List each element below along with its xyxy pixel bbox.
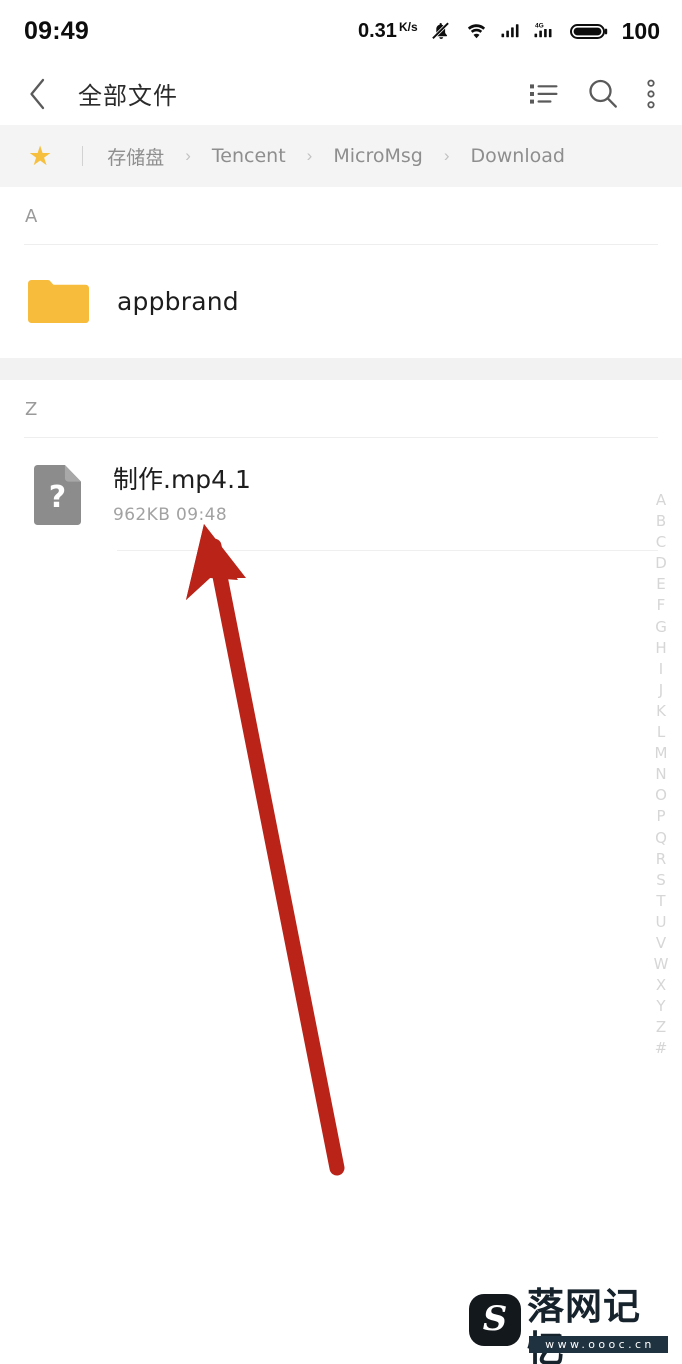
alphabet-index-letter[interactable]: Y [656, 996, 665, 1017]
battery-percentage: 100 [621, 17, 660, 44]
search-icon [589, 79, 617, 108]
watermark-url: www.oooc.cn [529, 1336, 668, 1353]
list-item-meta: 962KB 09:48 [113, 504, 228, 525]
alphabet-index-letter[interactable]: N [655, 764, 666, 785]
alphabet-index-letter[interactable]: Z [656, 1017, 666, 1038]
alphabet-index-letter[interactable]: L [657, 722, 665, 743]
network-speed-value: 0.31 [358, 19, 397, 42]
alphabet-index-letter[interactable]: J [659, 680, 663, 701]
page-title: 全部文件 [78, 82, 178, 110]
signal-sim2-4g-icon: 4G [534, 22, 552, 38]
back-button[interactable] [10, 62, 66, 125]
chevron-right-icon: › [306, 146, 313, 165]
network-speed-indicator: 0.31 K/s [358, 20, 418, 43]
file-manager-screen: 09:49 0.31 K/s 4G 100 全部文件 ★ 存储盘 › Tence… [0, 0, 682, 1364]
alphabet-index-letter[interactable]: V [656, 933, 666, 954]
unknown-file-icon: ? [34, 464, 81, 525]
alphabet-index-letter[interactable]: F [657, 595, 666, 616]
battery-icon [569, 24, 607, 39]
section-header-z: Z [0, 380, 682, 438]
breadcrumb-item-2[interactable]: MicroMsg [333, 145, 423, 167]
list-item-file-mp4[interactable]: ? 制作.mp4.1 962KB 09:48 [0, 438, 682, 551]
alphabet-index-letter[interactable]: W [654, 954, 669, 975]
alphabet-index-letter[interactable]: P [656, 806, 665, 827]
section-separator [0, 358, 682, 380]
alphabet-index-letter[interactable]: E [656, 574, 665, 595]
alphabet-index-letter[interactable]: G [655, 617, 667, 638]
alphabet-index-letter[interactable]: C [656, 532, 666, 553]
app-bar: 全部文件 [0, 62, 682, 125]
alphabet-index-letter[interactable]: R [656, 849, 666, 870]
status-bar-clock: 09:49 [24, 16, 89, 45]
watermark-logo-icon: S [469, 1294, 521, 1346]
breadcrumb: ★ 存储盘 › Tencent › MicroMsg › Download [0, 125, 682, 187]
list-view-button[interactable] [528, 80, 560, 108]
status-bar: 09:49 0.31 K/s 4G 100 [0, 0, 682, 62]
folder-icon [28, 280, 89, 323]
chevron-right-icon: › [185, 146, 191, 165]
network-speed-unit: K/s [398, 19, 418, 34]
breadcrumb-item-0[interactable]: 存储盘 [107, 143, 164, 170]
list-item-name: 制作.mp4.1 [113, 464, 251, 494]
wifi-icon [467, 24, 485, 39]
alphabet-index-letter[interactable]: T [656, 891, 665, 912]
alphabet-index-letter[interactable]: X [656, 975, 666, 996]
breadcrumb-divider [82, 146, 84, 166]
alphabet-index-letter[interactable]: A [656, 490, 666, 511]
list-item-text: appbrand [117, 287, 239, 317]
unknown-glyph: ? [49, 480, 66, 515]
file-list: A appbrand Z ? 制作.mp4.1 962KB 09:48 [0, 187, 682, 1364]
alphabet-index-letter[interactable]: I [659, 659, 663, 680]
alphabet-index-letter[interactable]: O [655, 785, 667, 806]
watermark-logo-glyph: S [482, 1299, 508, 1339]
section-header-a: A [0, 187, 682, 245]
back-chevron-icon [30, 78, 45, 109]
watermark: S 落网记忆 www.oooc.cn [463, 1278, 668, 1364]
breadcrumb-item-3[interactable]: Download [471, 145, 565, 167]
signal-sim1-icon [501, 24, 519, 38]
section-letter: Z [25, 398, 38, 420]
alphabet-index-letter[interactable]: H [655, 638, 666, 659]
alphabet-index-letter[interactable]: U [656, 912, 667, 933]
app-bar-actions [528, 77, 682, 111]
list-item-text: 制作.mp4.1 962KB 09:48 [113, 465, 251, 525]
alphabet-index-scrollbar[interactable]: A B C D E F G H I J K L M N O P Q R S T U V W X Y Z # [648, 490, 674, 1060]
alphabet-index-letter[interactable]: M [655, 743, 668, 764]
more-options-button[interactable] [646, 79, 656, 109]
svg-text:4G: 4G [535, 22, 544, 29]
favorites-star-icon[interactable]: ★ [28, 142, 52, 170]
mute-icon [431, 21, 450, 40]
alphabet-index-letter[interactable]: D [655, 553, 667, 574]
alphabet-index-letter[interactable]: B [656, 511, 666, 532]
alphabet-index-letter[interactable]: S [656, 870, 666, 891]
more-options-icon [647, 79, 655, 108]
search-button[interactable] [586, 77, 620, 111]
status-bar-indicators: 0.31 K/s 4G 100 [358, 18, 660, 45]
chevron-right-icon: › [443, 146, 450, 165]
section-letter: A [25, 205, 38, 227]
list-item-name: appbrand [117, 286, 239, 316]
alphabet-index-letter[interactable]: Q [655, 828, 667, 849]
list-item-folder-appbrand[interactable]: appbrand [0, 245, 682, 358]
list-view-icon [530, 83, 558, 104]
alphabet-index-letter[interactable]: K [656, 701, 666, 722]
breadcrumb-item-1[interactable]: Tencent [212, 145, 286, 167]
alphabet-index-letter[interactable]: # [655, 1038, 668, 1059]
